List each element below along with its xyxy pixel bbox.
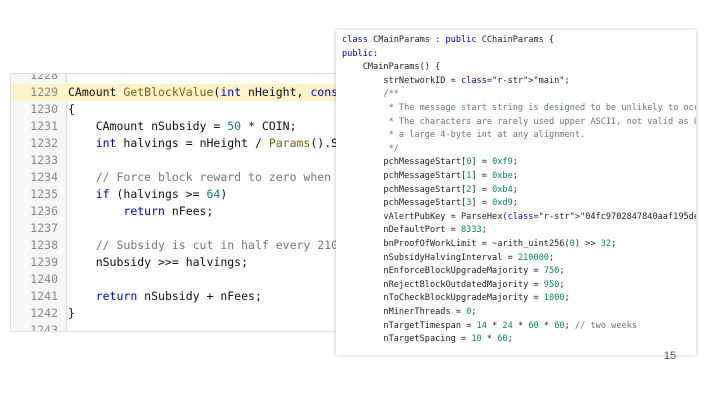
code-line: 1234 // Force block reward to zero when … [11,169,341,186]
code-line: pchMessageStart[2] = 0xb4; [342,184,518,195]
code-line: 1241 return nSubsidy + nFees; [11,288,341,305]
code-text: if (halvings >= 64) [95,187,228,201]
code-line: 1242} [11,305,341,322]
line-number: 1229 [30,85,58,99]
code-snippet-right: class CMainParams : public CChainParams … [336,30,696,355]
page-number: 15 [663,350,677,362]
code-text: { [68,102,75,116]
line-number: 1243 [30,323,58,332]
code-line: vAlertPubKey = ParseHex(class="r-str">"0… [342,211,696,222]
code-line: nDefaultPort = 8333; [342,225,487,236]
code-line: public: [342,48,379,59]
code-line: nToCheckBlockUpgradeMajority = 1000; [342,293,570,304]
code-line: * The characters are rarely used upper A… [342,116,696,127]
code-line: 1235 if (halvings >= 64) [11,186,341,203]
code-text: // Force block reward to zero when righ [95,170,342,184]
code-line: 1230 { [11,101,341,118]
code-line: nTargetSpacing = 10 * 60; [342,334,513,345]
code-text: CAmount GetBlockValue(int nHeight, const… [68,85,342,99]
code-line: 1231 CAmount nSubsidy = 50 * COIN; [11,118,341,135]
code-line: CMainParams() { [342,62,441,73]
code-line: * a large 4-byte int at any alignment. [342,130,586,141]
code-line-highlighted: 1229 CAmount GetBlockValue(int nHeight, c… [11,84,341,101]
line-number: 1232 [30,136,58,150]
code-editor-left: 1228 1229 CAmount GetBlockValue(int nHeigh… [10,73,342,332]
line-number: 1241 [30,289,58,303]
line-number: 1236 [30,204,58,218]
code-line: 1240 [11,271,341,288]
code-line: nTargetTimespan = 14 * 24 * 60 * 60; // … [342,320,638,331]
line-number: 1233 [30,153,58,167]
code-line: * The message start string is designed t… [342,103,696,113]
line-number: 1230 [30,102,58,116]
code-line: 1233 [11,152,341,169]
code-text: } [68,306,75,320]
code-line: 1232 int halvings = nHeight / Params().S… [11,135,341,152]
code-line: bnProofOfWorkLimit = ~arith_uint256(0) >… [342,239,617,249]
code-line: pchMessageStart[0] = 0xf9; [342,157,518,168]
code-line: pchMessageStart[1] = 0xbe; [342,171,518,181]
code-line: 1228 [11,73,341,84]
line-number: 1231 [30,119,58,133]
code-line: */ [342,143,399,154]
line-number: 1240 [30,272,58,286]
code-text: return nFees; [123,204,214,218]
line-number: 1234 [30,170,58,184]
code-text: CAmount nSubsidy = 50 * COIN; [68,119,297,133]
line-number: 1238 [30,238,58,252]
code-text: nSubsidy >>= halvings; [68,255,249,269]
code-line: 1236 return nFees; [11,203,341,220]
code-line: strNetworkID = class="r-str">"main"; [342,75,570,86]
code-line: nSubsidyHalvingInterval = 210000; [342,252,555,263]
code-line: 1239 nSubsidy >>= halvings; [11,254,341,271]
code-line: 1238 // Subsidy is cut in half every 210… [11,237,341,254]
code-line: nRejectBlockOutdatedMajority = 950; [342,279,565,290]
code-line: 1243 [11,322,341,332]
code-line: nEnforceBlockUpgradeMajority = 750; [342,266,565,277]
code-line: class CMainParams : public CChainParams … [342,35,555,45]
code-line: pchMessageStart[3] = 0xd9; [342,198,518,209]
line-number: 1237 [30,221,58,235]
code-line: nMinerThreads = 0; [342,307,477,317]
code-text: int halvings = nHeight / Params().Subsi [95,136,341,150]
code-text: // Subsidy is cut in half every 210,000 [95,238,342,252]
code-line: /** [342,89,399,100]
code-line: 1237 [11,220,341,237]
line-number: 1228 [30,73,58,82]
line-number: 1239 [30,255,58,269]
code-text: return nSubsidy + nFees; [95,289,262,303]
line-number: 1235 [30,187,58,201]
line-number: 1242 [30,306,58,320]
